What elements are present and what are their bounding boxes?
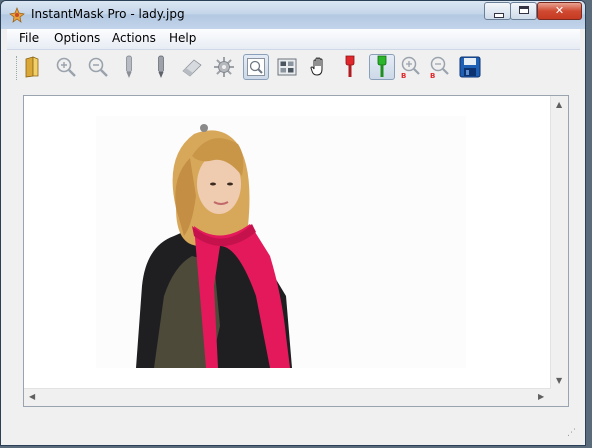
toolbar-grip[interactable] (16, 56, 19, 80)
minimize-icon (494, 13, 504, 18)
horizontal-scrollbar[interactable]: ◀ ▶ (24, 388, 551, 406)
brush-size-increase-icon: B (401, 56, 420, 79)
preview-button[interactable] (275, 54, 299, 80)
zoom-in-icon (56, 57, 76, 77)
zoom-out-button[interactable] (86, 54, 110, 80)
zoom-in-button[interactable] (54, 54, 78, 80)
status-bar: ⋰ (7, 419, 580, 441)
scroll-down-icon[interactable]: ▼ (556, 376, 562, 385)
scroll-up-icon[interactable]: ▲ (556, 100, 562, 109)
zoom-fit-button[interactable] (243, 54, 269, 80)
canvas-image[interactable] (24, 96, 551, 389)
maximize-icon (519, 6, 529, 14)
menu-help[interactable]: Help (169, 31, 196, 45)
vertical-scrollbar[interactable]: ▲ ▼ (550, 96, 568, 389)
scrollbar-corner (551, 389, 568, 406)
brush-size-decrease-badge: B (430, 72, 435, 79)
image-canvas[interactable]: ▲ ▼ ◀ ▶ (23, 95, 569, 407)
eraser-icon (182, 59, 202, 77)
green-brush-icon (377, 55, 387, 77)
eraser-button[interactable] (180, 54, 204, 80)
scroll-right-icon[interactable]: ▶ (538, 392, 544, 401)
brush-size-decrease-button[interactable]: B (428, 54, 452, 80)
red-brush-button[interactable] (338, 54, 362, 80)
green-brush-button[interactable] (369, 54, 395, 80)
app-icon (9, 7, 25, 23)
open-folder-icon (25, 56, 39, 78)
hand-button[interactable] (307, 54, 331, 80)
menu-bar: File Options Actions Help (7, 29, 580, 50)
pen-dark-button[interactable] (149, 54, 173, 80)
toolbar: B B (7, 50, 580, 84)
save-button[interactable] (458, 54, 482, 80)
red-brush-icon (345, 55, 355, 77)
brush-size-increase-badge: B (401, 72, 406, 79)
window-title: InstantMask Pro - lady.jpg (31, 7, 185, 21)
hand-icon (310, 57, 323, 76)
gear-icon (214, 57, 234, 77)
pen-gray-icon (126, 55, 132, 78)
app-window: InstantMask Pro - lady.jpg ✕ File Option… (0, 0, 586, 446)
pen-dark-icon (158, 55, 164, 78)
close-button[interactable]: ✕ (537, 2, 582, 20)
open-button[interactable] (21, 54, 45, 80)
close-icon: ✕ (554, 4, 565, 17)
resize-grip-icon[interactable]: ⋰ (567, 428, 576, 438)
pen-gray-button[interactable] (117, 54, 141, 80)
preview-icon (277, 58, 297, 76)
brush-size-decrease-icon: B (430, 56, 449, 79)
minimize-button[interactable] (484, 2, 511, 20)
menu-options[interactable]: Options (54, 31, 100, 45)
menu-actions[interactable]: Actions (112, 31, 156, 45)
maximize-button[interactable] (510, 2, 537, 20)
title-bar[interactable]: InstantMask Pro - lady.jpg ✕ (1, 1, 585, 29)
menu-file[interactable]: File (19, 31, 39, 45)
zoom-fit-icon (247, 58, 265, 76)
scroll-left-icon[interactable]: ◀ (29, 392, 35, 401)
save-icon (459, 56, 481, 78)
zoom-out-icon (88, 57, 108, 77)
brush-size-increase-button[interactable]: B (399, 54, 423, 80)
gear-button[interactable] (212, 54, 236, 80)
